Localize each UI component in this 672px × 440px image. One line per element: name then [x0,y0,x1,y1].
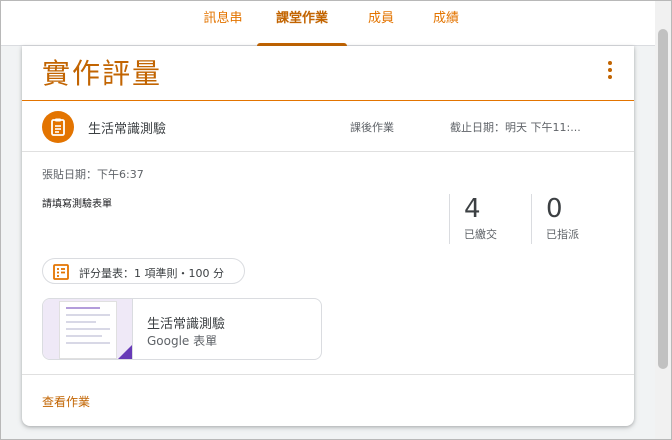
top-navigation: 訊息串 課堂作業 成員 成績 [1,1,655,46]
form-preview-page [59,301,117,359]
assigned-stat[interactable]: 0 已指派 [531,194,579,244]
topic-header: 實作評量 [22,46,634,101]
attachment-type: Google 表單 [147,334,218,348]
assigned-label: 已指派 [546,228,579,241]
scrollbar-thumb[interactable] [658,29,668,369]
tab-label: 課堂作業 [275,11,328,26]
tab-label: 訊息串 [203,11,243,26]
tab-classwork[interactable]: 課堂作業 [257,1,347,46]
turned-in-label: 已繳交 [464,228,497,241]
rubric-icon [53,264,69,284]
assigned-count: 0 [546,194,563,224]
rubric-chip[interactable]: 評分量表：1 項準則・100 分 [42,258,245,284]
assignment-title: 生活常識測驗 [88,122,167,137]
assignment-instructions: 請填寫測驗表單 [42,199,112,210]
tab-stream[interactable]: 訊息串 [193,1,253,46]
view-assignment-link[interactable]: 查看作業 [42,393,90,410]
posted-date: 張貼日期：下午6:37 [42,168,144,181]
topic-title: 實作評量 [42,57,163,90]
topic-card: 實作評量 生活常識測驗 課後作業 截止日期：明天 下午11:... 張貼日期：下… [22,46,634,426]
assignment-row[interactable]: 生活常識測驗 課後作業 截止日期：明天 下午11:... [22,102,634,152]
vertical-scrollbar[interactable] [655,1,671,439]
turned-in-count: 4 [464,194,481,224]
form-thumbnail [43,299,133,359]
assignment-due-date: 截止日期：明天 下午11:... [450,121,581,134]
form-attachment[interactable]: 生活常識測驗 Google 表單 [42,298,322,360]
attachment-title: 生活常識測驗 [147,317,226,332]
tab-label: 成績 [432,11,459,26]
rubric-text: 評分量表：1 項準則・100 分 [79,267,224,280]
more-vert-icon[interactable] [602,58,618,82]
tab-people[interactable]: 成員 [356,1,406,46]
assignment-icon [42,111,74,143]
google-forms-icon [116,345,132,359]
card-footer: 查看作業 [22,374,634,426]
assignment-topic-label: 課後作業 [350,121,394,134]
turned-in-stat[interactable]: 4 已繳交 [449,194,497,244]
tab-label: 成員 [367,11,394,26]
tab-grades[interactable]: 成績 [421,1,471,46]
